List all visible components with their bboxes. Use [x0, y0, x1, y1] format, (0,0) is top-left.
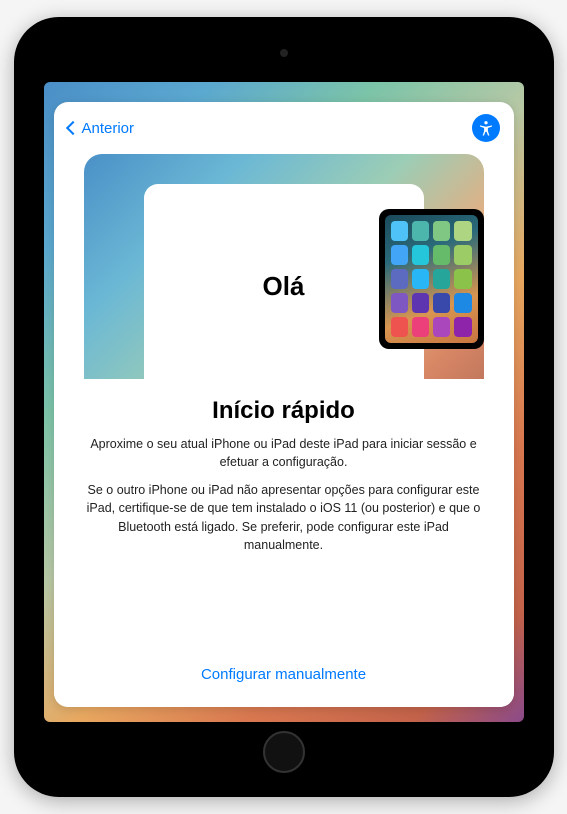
- mini-app-icon: [433, 269, 450, 289]
- mini-app-icon: [433, 221, 450, 241]
- home-button[interactable]: [263, 731, 305, 773]
- front-camera: [280, 49, 288, 57]
- mini-app-icon: [433, 293, 450, 313]
- mini-ipad-screen: [385, 215, 478, 343]
- mini-app-icon: [391, 317, 408, 337]
- accessibility-icon: [477, 119, 495, 137]
- mini-ipad-illustration: [379, 209, 484, 349]
- mini-app-icon: [454, 269, 471, 289]
- mini-app-icon: [412, 221, 429, 241]
- hero-illustration: Olá: [54, 154, 514, 379]
- greeting-text: Olá: [263, 271, 305, 302]
- ipad-device-frame: Anterior Olá Início r: [14, 17, 554, 797]
- mini-app-icon: [454, 293, 471, 313]
- mini-app-icon: [454, 245, 471, 265]
- content-area: Início rápido Aproxime o seu atual iPhon…: [54, 379, 514, 707]
- mini-app-icon: [391, 221, 408, 241]
- chevron-left-icon: [65, 121, 79, 135]
- quick-start-description-1: Aproxime o seu atual iPhone ou iPad dest…: [84, 435, 484, 471]
- mini-app-icon: [391, 245, 408, 265]
- mini-app-icon: [454, 317, 471, 337]
- mini-app-icon: [391, 269, 408, 289]
- setup-modal: Anterior Olá Início r: [54, 102, 514, 707]
- mini-app-icon: [454, 221, 471, 241]
- accessibility-button[interactable]: [472, 114, 500, 142]
- quick-start-title: Início rápido: [84, 397, 484, 425]
- mini-app-icon: [433, 245, 450, 265]
- mini-app-icon: [433, 317, 450, 337]
- modal-header: Anterior: [54, 102, 514, 154]
- ipad-screen: Anterior Olá Início r: [44, 82, 524, 722]
- back-button[interactable]: Anterior: [68, 120, 135, 137]
- mini-app-icon: [412, 269, 429, 289]
- quick-start-description-2: Se o outro iPhone ou iPad não apresentar…: [84, 481, 484, 554]
- mini-app-icon: [412, 317, 429, 337]
- mini-app-icon: [412, 293, 429, 313]
- back-label: Anterior: [82, 120, 135, 137]
- spacer: [84, 564, 484, 654]
- mini-app-icon: [412, 245, 429, 265]
- configure-manually-button[interactable]: Configurar manualmente: [84, 654, 484, 695]
- mini-app-icon: [391, 293, 408, 313]
